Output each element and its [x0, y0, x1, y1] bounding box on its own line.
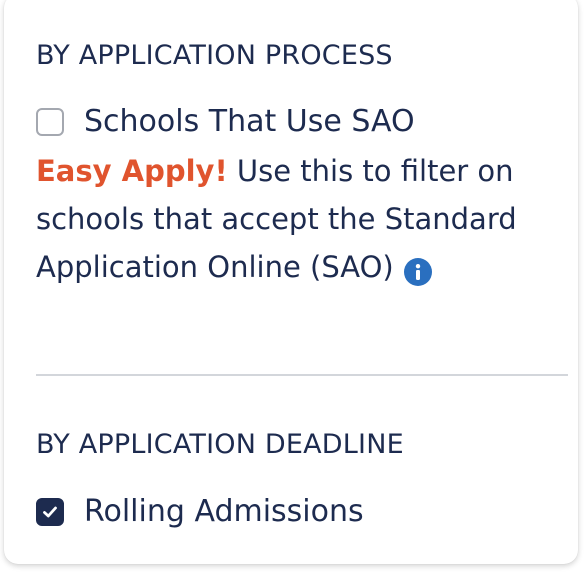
info-icon[interactable] — [403, 252, 432, 286]
sao-checkbox-label[interactable]: Schools That Use SAO — [84, 104, 415, 139]
check-icon — [43, 506, 57, 517]
sao-checkbox[interactable] — [36, 107, 64, 136]
easy-apply-highlight: Easy Apply! — [36, 154, 228, 188]
rolling-admissions-option[interactable]: Rolling Admissions — [36, 494, 364, 529]
sao-filter-option[interactable]: Schools That Use SAO — [36, 104, 415, 139]
filter-panel: BY APPLICATION PROCESS Schools That Use … — [4, 0, 578, 564]
rolling-admissions-checkbox[interactable] — [36, 497, 64, 526]
section-heading-application-process: BY APPLICATION PROCESS — [36, 40, 393, 71]
section-heading-application-deadline: BY APPLICATION DEADLINE — [36, 429, 404, 460]
section-divider — [36, 374, 568, 376]
sao-description: Easy Apply! Use this to filter on school… — [36, 147, 556, 291]
rolling-admissions-label[interactable]: Rolling Admissions — [84, 494, 364, 529]
